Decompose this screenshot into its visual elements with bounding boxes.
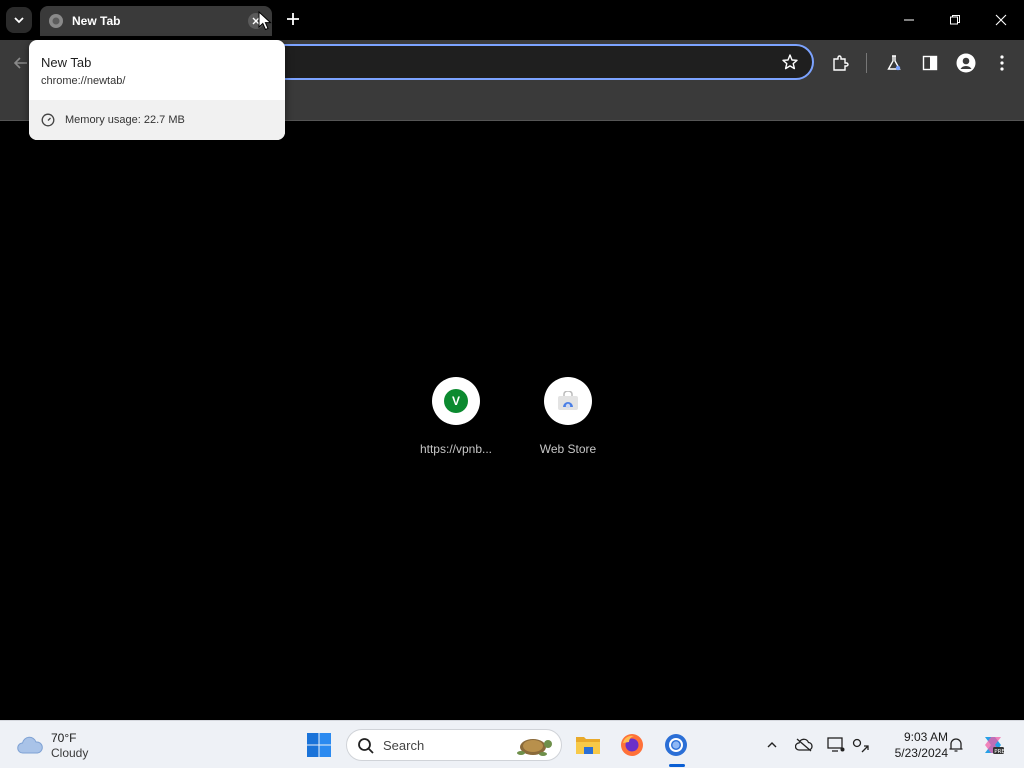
taskbar-firefox[interactable] (618, 731, 646, 759)
weather-temperature: 70°F (51, 731, 77, 745)
shortcut-label: https://vpnb... (419, 442, 493, 456)
tray-display[interactable] (826, 735, 846, 755)
cloud-icon (17, 736, 43, 754)
search-placeholder: Search (383, 738, 425, 753)
extensions-button[interactable] (829, 52, 851, 74)
shortcut-tile[interactable]: V https://vpnb... (406, 377, 506, 467)
shortcut-icon-circle: V (432, 377, 480, 425)
kebab-menu-icon (1000, 55, 1004, 71)
arrow-left-icon (13, 57, 27, 69)
tab-new-tab[interactable]: New Tab (40, 6, 272, 36)
turtle-icon (517, 739, 552, 756)
hover-card-url: chrome://newtab/ (41, 75, 126, 87)
start-button[interactable] (306, 732, 334, 760)
taskbar-search[interactable]: Search (346, 729, 562, 761)
memory-usage-text: Memory usage: 22.7 MB (65, 114, 185, 126)
puzzle-icon (833, 55, 849, 71)
tab-search-button[interactable] (6, 7, 32, 33)
taskbar-chrome[interactable] (662, 731, 690, 759)
cloud-offline-icon (795, 738, 813, 752)
new-tab-page: V https://vpnb... Web Store (0, 121, 1024, 720)
shortcut-label: Web Store (539, 442, 597, 456)
gauge-icon (41, 113, 55, 127)
site-favicon: V (444, 389, 468, 413)
clock-date: 5/23/2024 (894, 746, 948, 760)
shortcut-icon-circle (544, 377, 592, 425)
tray-onedrive[interactable] (794, 735, 814, 755)
profile-icon (956, 53, 976, 73)
screen: New Tab V https://vpnb... Web Store New … (0, 0, 1024, 768)
weather-condition: Cloudy (51, 746, 89, 760)
svg-text:PRE: PRE (994, 749, 1005, 755)
taskbar-file-explorer[interactable] (574, 731, 602, 759)
menu-button[interactable] (991, 52, 1013, 74)
firefox-icon (621, 734, 643, 756)
taskbar: 70°F Cloudy Search 9:03 AM 5/23/2024 PRE (0, 720, 1024, 768)
hover-card-title: New Tab (41, 55, 92, 70)
tab-hover-card: New Tab chrome://newtab/ Memory usage: 2… (29, 40, 285, 140)
side-panel-icon (922, 55, 938, 71)
weather-widget[interactable]: 70°F Cloudy (16, 729, 116, 761)
show-hidden-icons-button[interactable] (762, 735, 782, 755)
folder-icon (576, 737, 600, 754)
side-panel-button[interactable] (919, 52, 941, 74)
bookmark-button[interactable] (780, 52, 800, 72)
copilot-button[interactable]: PRE (980, 732, 1006, 758)
globe-icon (48, 13, 64, 29)
chrome-icon (665, 734, 687, 756)
system-clock[interactable]: 9:03 AM 5/23/2024 (878, 729, 948, 761)
toolbar-separator (866, 53, 867, 73)
chevron-down-icon (14, 17, 24, 24)
tab-title: New Tab (72, 14, 121, 28)
flask-icon (887, 55, 901, 71)
minimize-button[interactable] (889, 6, 929, 34)
tray-network[interactable] (851, 735, 871, 755)
profile-button[interactable] (955, 52, 977, 74)
plus-icon (287, 13, 299, 25)
labs-button[interactable] (883, 52, 905, 74)
close-window-button[interactable] (981, 6, 1021, 34)
new-tab-button[interactable] (282, 8, 304, 30)
web-store-icon (558, 391, 578, 410)
hover-card-footer: Memory usage: 22.7 MB (29, 100, 285, 140)
restore-button[interactable] (935, 6, 975, 34)
star-icon (782, 54, 798, 70)
mouse-cursor-icon (258, 11, 272, 31)
monitor-icon (827, 737, 845, 752)
active-app-indicator (669, 764, 685, 767)
copilot-icon: PRE (985, 737, 1005, 755)
shortcut-tile[interactable]: Web Store (518, 377, 618, 467)
network-icon (852, 738, 869, 753)
notifications-button[interactable] (946, 735, 966, 755)
search-icon (358, 738, 374, 754)
tab-strip: New Tab (0, 0, 1024, 40)
close-icon (995, 14, 1007, 26)
restore-icon (950, 15, 960, 25)
bell-icon (949, 738, 963, 752)
minimize-icon (904, 19, 914, 21)
chevron-up-icon (767, 742, 777, 748)
windows-logo-icon (307, 733, 331, 757)
clock-time: 9:03 AM (903, 730, 948, 744)
